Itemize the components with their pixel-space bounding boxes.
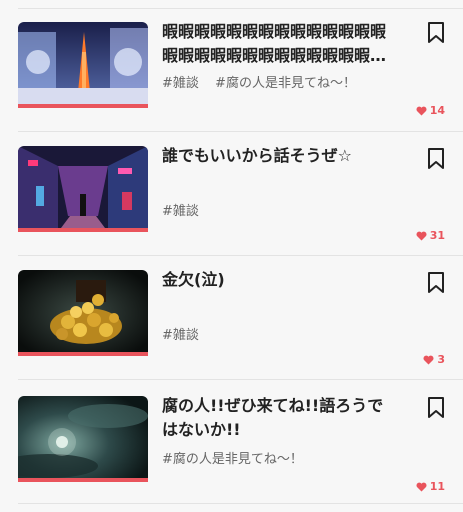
post-tags: #腐の人是非見てね～！ [162,448,315,467]
post-thumbnail[interactable] [18,396,148,482]
like-count-value: 14 [429,104,445,117]
post-card[interactable]: 腐の人!!ぜひ来てね!!語ろうではないか!! #腐の人是非見てね～！ 11 [0,380,463,504]
like-count-value: 3 [437,353,445,366]
like-count: 14 [416,104,445,117]
like-count-value: 11 [429,480,445,493]
post-tags: #雑談 [162,324,211,343]
gold-coins-icon [18,270,148,356]
heart-icon [416,106,427,115]
bookmark-icon[interactable] [427,148,445,170]
post-title[interactable]: 暇暇暇暇暇暇暇暇暇暇暇暇暇暇暇暇暇暇暇暇暇暇暇暇暇暇暇暇暇暇暇暇暇暇暇暇暇暇 [162,20,390,68]
night-sky-moon-icon [18,396,148,482]
post-title[interactable]: 腐の人!!ぜひ来てね!!語ろうではないか!! [162,394,390,442]
bookmark-icon[interactable] [427,22,445,44]
post-title[interactable]: 金欠(泣) [162,268,390,292]
post-thumbnail[interactable] [18,22,148,108]
tag[interactable]: #雑談 [162,204,199,219]
heart-icon [416,231,427,240]
neon-alley-icon [18,146,148,232]
bookmark-icon[interactable] [427,397,445,419]
post-card[interactable]: 誰でもいいから話そうぜ☆ #雑談 31 [0,132,463,256]
thumbnail-accent-bar [18,228,148,232]
illuminated-street-tower-icon [18,22,148,108]
heart-icon [423,355,434,364]
like-count-value: 31 [429,229,445,242]
post-thumbnail[interactable] [18,146,148,232]
bookmark-icon[interactable] [427,272,445,294]
tag[interactable]: #腐の人是非見てね～！ [215,76,356,91]
post-card[interactable]: 金欠(泣) #雑談 3 [0,256,463,380]
thumbnail-accent-bar [18,104,148,108]
thumbnail-accent-bar [18,352,148,356]
thumbnail-accent-bar [18,478,148,482]
post-title[interactable]: 誰でもいいから話そうぜ☆ [162,144,390,168]
like-count: 3 [423,353,445,366]
post-thumbnail[interactable] [18,270,148,356]
like-count: 31 [416,229,445,242]
tag[interactable]: #雑談 [162,328,199,343]
tag[interactable]: #腐の人是非見てね～！ [162,452,303,467]
like-count: 11 [416,480,445,493]
post-card[interactable]: 暇暇暇暇暇暇暇暇暇暇暇暇暇暇暇暇暇暇暇暇暇暇暇暇暇暇暇暇暇暇暇暇暇暇暇暇暇暇 #… [0,8,463,132]
tag[interactable]: #雑談 [162,76,199,91]
post-list: 暇暇暇暇暇暇暇暇暇暇暇暇暇暇暇暇暇暇暇暇暇暇暇暇暇暇暇暇暇暇暇暇暇暇暇暇暇暇 #… [0,0,463,512]
post-tags: #雑談 #腐の人是非見てね～！ [162,72,368,91]
heart-icon [416,482,427,491]
post-tags: #雑談 [162,200,211,219]
